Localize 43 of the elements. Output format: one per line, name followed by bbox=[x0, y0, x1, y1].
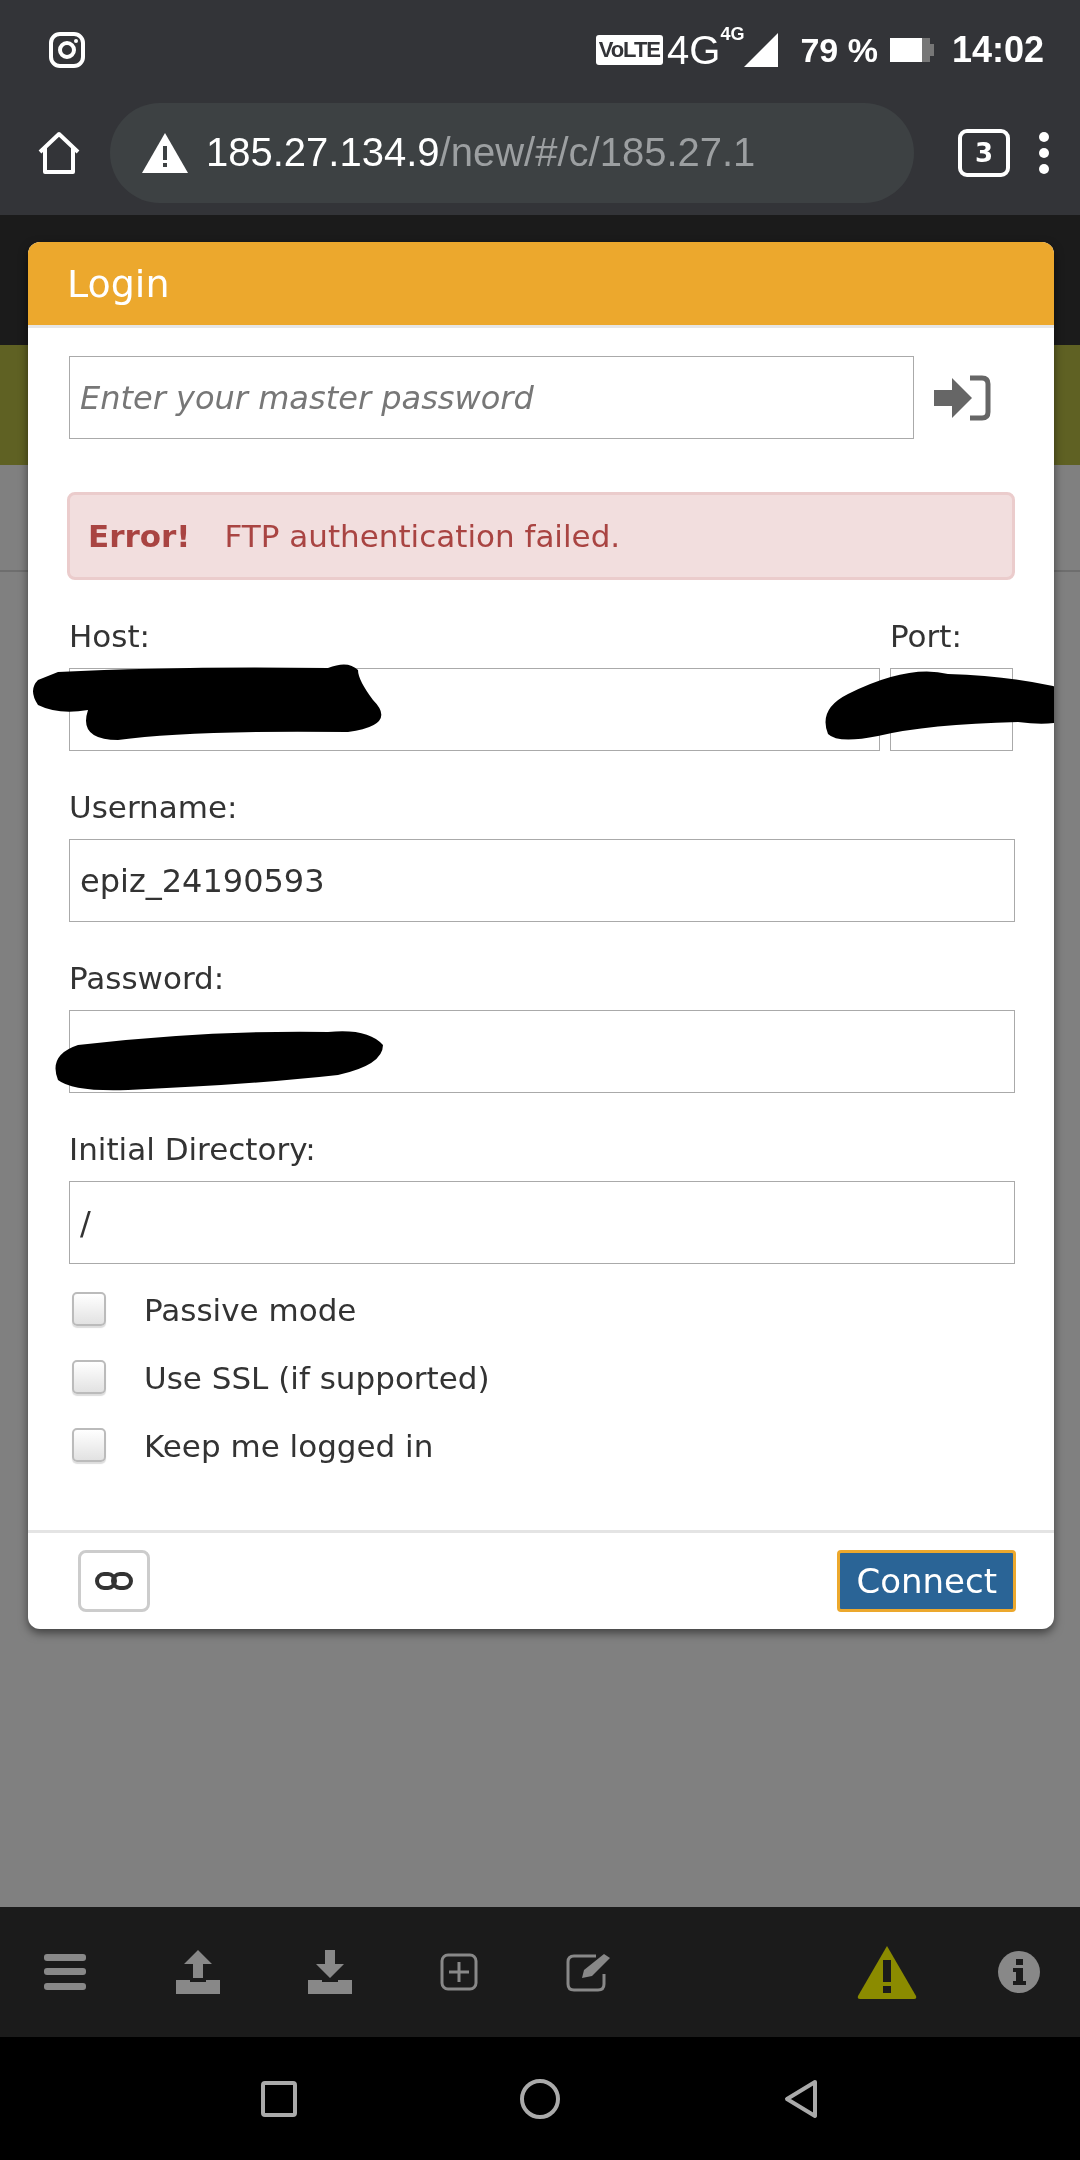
address-bar[interactable]: 185.27.134.9/new/#/c/185.27.1 bbox=[110, 102, 914, 203]
warning-icon bbox=[142, 132, 188, 173]
clock: 14:02 bbox=[951, 29, 1044, 71]
checkbox-label: Use SSL (if supported) bbox=[144, 1360, 490, 1396]
network-type-small: 4G bbox=[720, 24, 745, 44]
home-icon[interactable] bbox=[36, 129, 82, 176]
download-icon[interactable] bbox=[308, 1950, 352, 1994]
home-icon[interactable] bbox=[520, 2078, 560, 2119]
sign-in-icon[interactable] bbox=[934, 373, 992, 422]
signal-icon bbox=[744, 33, 779, 67]
tab-count[interactable]: 3 bbox=[958, 128, 1010, 177]
add-icon[interactable] bbox=[440, 1953, 478, 1991]
warning-icon[interactable] bbox=[856, 1944, 918, 2000]
error-message: Error! FTP authentication failed. bbox=[67, 492, 1015, 580]
url-text: 185.27.134.9/new/#/c/185.27.1 bbox=[206, 130, 756, 175]
recents-icon[interactable] bbox=[261, 2080, 298, 2117]
battery-percent: 79 % bbox=[800, 30, 878, 70]
dialog-title: Login bbox=[28, 242, 1054, 328]
link-button[interactable] bbox=[78, 1550, 150, 1612]
initial-directory-field[interactable]: / bbox=[69, 1181, 1015, 1264]
info-icon[interactable] bbox=[998, 1951, 1040, 1993]
checkbox-label: Keep me logged in bbox=[144, 1428, 434, 1464]
field-label: Username: bbox=[69, 789, 239, 825]
checkbox[interactable] bbox=[72, 1360, 106, 1394]
menu-icon[interactable] bbox=[1038, 130, 1050, 175]
connect-button[interactable]: Connect bbox=[837, 1550, 1016, 1612]
upload-icon[interactable] bbox=[176, 1950, 220, 1994]
field-label: Password: bbox=[69, 960, 226, 996]
volte-indicator: VoLTE bbox=[595, 35, 664, 65]
username-field[interactable]: epiz_24190593 bbox=[69, 839, 1015, 922]
link-icon bbox=[95, 1571, 133, 1591]
field-label: Host: bbox=[69, 618, 152, 654]
back-icon[interactable] bbox=[782, 2078, 819, 2119]
field-label: Port: bbox=[890, 618, 963, 654]
menu-icon[interactable] bbox=[44, 1954, 86, 1990]
camera-app-icon bbox=[48, 31, 86, 69]
battery-icon bbox=[889, 38, 934, 62]
master-password-field[interactable]: Enter your master password bbox=[69, 356, 914, 439]
network-type: 4G bbox=[667, 27, 721, 73]
checkbox[interactable] bbox=[72, 1292, 106, 1326]
checkbox[interactable] bbox=[72, 1428, 106, 1462]
checkbox-label: Passive mode bbox=[144, 1292, 357, 1328]
field-label: Initial Directory: bbox=[69, 1131, 317, 1167]
